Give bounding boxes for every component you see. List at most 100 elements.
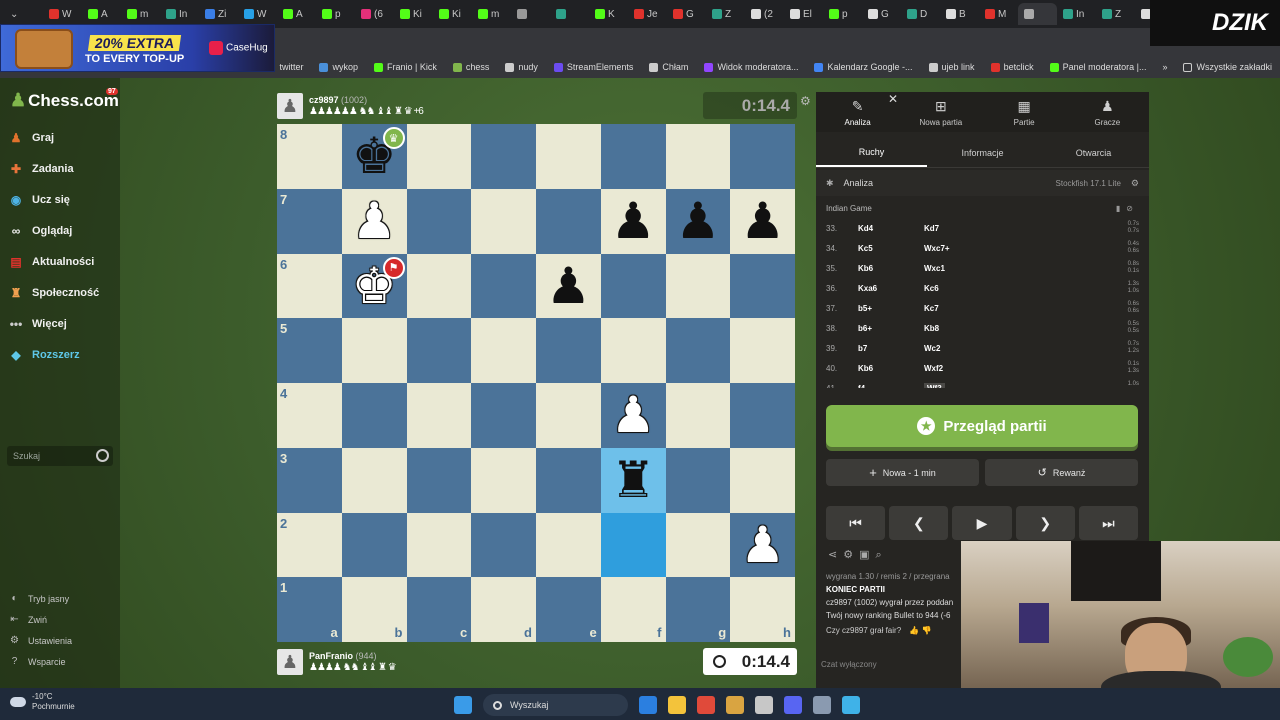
square-a1[interactable]: 1a	[277, 577, 342, 642]
search-icon[interactable]	[96, 449, 109, 462]
browser-tab[interactable]: Ki	[394, 3, 433, 25]
white-move[interactable]: b5+	[858, 304, 924, 313]
square-c1[interactable]: c	[406, 577, 472, 642]
rematch-button[interactable]: ↺ Rewanż	[985, 459, 1138, 486]
bookmark-item[interactable]: Kalendarz Google -...	[806, 62, 920, 72]
sidebar-bottom-item[interactable]: ⇤ Zwiń	[8, 609, 72, 630]
new-game-button[interactable]: + Nowa - 1 min	[826, 459, 979, 486]
white-move[interactable]: Kb6	[858, 264, 924, 273]
browser-tab[interactable]: Je	[628, 3, 667, 25]
square-e3[interactable]	[536, 447, 601, 513]
taskbar-app-icon[interactable]	[813, 696, 831, 714]
browser-tab[interactable]: In	[160, 3, 199, 25]
black-pawn[interactable]: ♟	[675, 192, 720, 250]
browser-tab[interactable]: p	[823, 3, 862, 25]
browser-tab[interactable]: Z	[706, 3, 745, 25]
black-pawn[interactable]: ♟	[546, 257, 591, 315]
square-h7[interactable]: ♟	[730, 188, 795, 254]
square-f7[interactable]: ♟	[600, 188, 666, 254]
browser-tab[interactable]	[1018, 3, 1057, 25]
taskbar-app-icon[interactable]	[726, 696, 744, 714]
black-rook[interactable]: ♜	[611, 451, 656, 509]
square-d7[interactable]	[471, 188, 536, 254]
square-a4[interactable]: 4	[277, 383, 342, 448]
sidebar-item-zadania[interactable]: ✚ Zadania	[8, 153, 99, 184]
bookmark-item[interactable]: Panel moderatora |...	[1042, 62, 1155, 72]
square-a3[interactable]: 3	[277, 447, 342, 513]
white-move[interactable]: Kb6	[858, 364, 924, 373]
square-a8[interactable]: 8	[277, 124, 342, 189]
square-b2[interactable]	[341, 512, 407, 578]
subtab-informacje[interactable]: Informacje	[927, 138, 1038, 167]
black-move[interactable]: Kc6	[924, 284, 1114, 293]
square-h4[interactable]	[730, 383, 795, 448]
square-f6[interactable]	[600, 253, 666, 319]
chess-board[interactable]: 8 ♚ ♛ 7 ♟ ♟ ♟ ♟ 6 ♚ ⚑ ♟ 5 4 ♟ 3 ♜ 2 ♟ 1 a b c d e f g h	[277, 124, 795, 642]
square-g7[interactable]: ♟	[665, 188, 731, 254]
square-d1[interactable]: d	[471, 577, 536, 642]
square-a2[interactable]: 2	[277, 512, 342, 578]
last-move-button[interactable]: ⏭	[1078, 506, 1139, 540]
top-player-name[interactable]: cz9897	[309, 95, 339, 105]
black-move[interactable]: Kd7	[924, 224, 1114, 233]
square-e8[interactable]	[536, 124, 601, 189]
square-b1[interactable]: b	[341, 577, 407, 642]
square-e2[interactable]	[536, 512, 601, 578]
square-a6[interactable]: 6	[277, 253, 342, 319]
taskbar-app-icon[interactable]	[668, 696, 686, 714]
black-move[interactable]: Kc7	[924, 304, 1114, 313]
white-move[interactable]: b6+	[858, 324, 924, 333]
browser-tab[interactable]: G	[667, 3, 706, 25]
black-move[interactable]: Wxc1	[924, 264, 1114, 273]
taskbar-app-icon[interactable]	[842, 696, 860, 714]
square-f1[interactable]: f	[600, 577, 666, 642]
bookmark-item[interactable]: Chłam	[641, 62, 696, 72]
square-d5[interactable]	[471, 318, 536, 383]
square-b7[interactable]: ♟	[341, 188, 407, 254]
browser-tab[interactable]	[550, 3, 589, 25]
square-d3[interactable]	[471, 447, 536, 513]
browser-tab[interactable]: G	[862, 3, 901, 25]
square-g5[interactable]	[665, 318, 731, 383]
black-pawn[interactable]: ♟	[611, 192, 656, 250]
sidebar-item-społeczność[interactable]: ♜ Społeczność	[8, 277, 100, 308]
white-move[interactable]: b7	[858, 344, 924, 353]
taskbar-search[interactable]: Wyszukaj	[483, 694, 628, 716]
next-move-button[interactable]: ❯	[1015, 506, 1075, 540]
square-g8[interactable]	[665, 124, 731, 189]
browser-tab[interactable]: p	[316, 3, 355, 25]
square-g6[interactable]	[665, 253, 731, 319]
browser-tab[interactable]: B	[940, 3, 979, 25]
white-pawn[interactable]: ♟	[352, 192, 397, 250]
board-settings-icon[interactable]: ⚙	[800, 94, 811, 108]
square-b3[interactable]	[341, 447, 407, 513]
all-bookmarks[interactable]: Wszystkie zakładki	[1175, 62, 1280, 72]
square-e7[interactable]	[536, 188, 601, 254]
white-move[interactable]: Kc5	[858, 244, 924, 253]
browser-tab[interactable]: In	[1057, 3, 1096, 25]
sidebar-item-ucz-się[interactable]: ◉ Ucz się	[8, 184, 99, 215]
square-b4[interactable]	[341, 383, 407, 448]
sidebar-item-aktualności[interactable]: ▤ Aktualności	[8, 246, 99, 277]
browser-tab[interactable]: Ki	[433, 3, 472, 25]
gear-icon[interactable]: ⚙	[1131, 178, 1139, 189]
windows-start-icon[interactable]	[454, 696, 472, 714]
browser-tab[interactable]: K	[589, 3, 628, 25]
browser-tab[interactable]: El	[784, 3, 823, 25]
sidebar-item-rozszerz[interactable]: ◆ Rozszerz	[8, 339, 99, 370]
browser-tab[interactable]: (6	[355, 3, 394, 25]
analysis-toggle-row[interactable]: ✱ Analiza Stockfish 17.1 Lite ⚙	[816, 170, 1149, 196]
trash-icon[interactable]: ▮⊘	[1116, 204, 1139, 213]
subtab-otwarcia[interactable]: Otwarcia	[1038, 138, 1149, 167]
tab-search-chevron-icon[interactable]: ⌄	[4, 3, 43, 25]
white-pawn[interactable]: ♟	[611, 386, 656, 444]
panel-tab-1[interactable]: ⊞ Nowa partia	[899, 92, 982, 132]
square-c7[interactable]	[406, 188, 472, 254]
white-move[interactable]: f4	[858, 384, 924, 389]
play-button[interactable]: ▶	[952, 506, 1012, 540]
browser-tab[interactable]	[511, 3, 550, 25]
square-d8[interactable]	[471, 124, 536, 189]
square-e6[interactable]: ♟	[536, 253, 601, 319]
bookmark-item[interactable]: wykop	[311, 62, 366, 72]
thumbs-down-icon[interactable]: 👎	[922, 626, 932, 635]
